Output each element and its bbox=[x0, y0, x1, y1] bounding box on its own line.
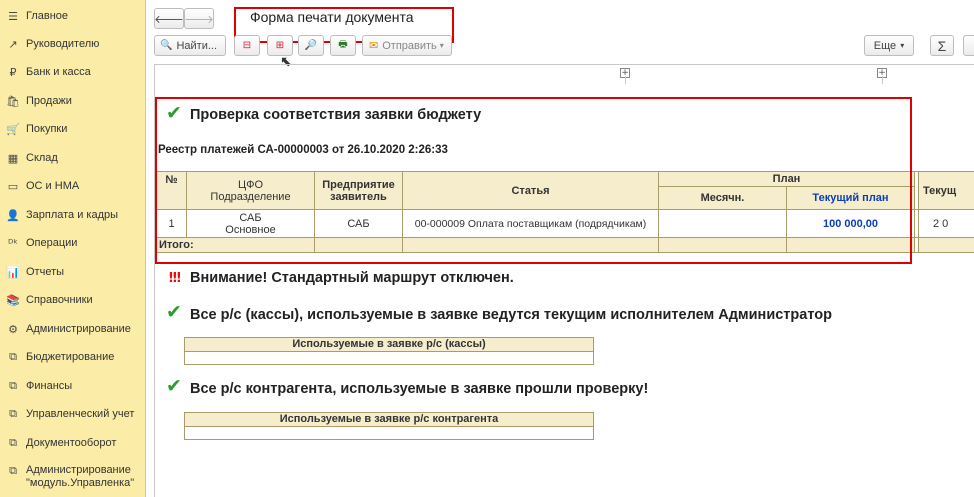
report-highlight bbox=[155, 97, 912, 264]
cell-current: 2 0 bbox=[919, 210, 974, 238]
accounts-table-header: Используемые в заявке р/с (кассы) bbox=[184, 337, 594, 352]
printer-icon: 🖶 bbox=[338, 39, 348, 50]
ruble-icon: ₽ bbox=[9, 65, 17, 79]
sidebar-item-label: Зарплата и кадры bbox=[26, 208, 119, 221]
sidebar-item-warehouse[interactable]: ▦ Склад bbox=[0, 144, 146, 172]
sidebar-item-assets[interactable]: ▭ ОС и НМА bbox=[0, 172, 146, 200]
checkmark-icon: ✔ bbox=[166, 375, 182, 397]
sum-button[interactable]: Σ bbox=[930, 35, 954, 56]
find-button[interactable]: 🔍 Найти... bbox=[154, 35, 226, 56]
trend-icon: ↗ bbox=[8, 37, 18, 51]
counterparty-table-row bbox=[184, 427, 594, 440]
sidebar-item-label: Продажи bbox=[26, 94, 72, 107]
accounts-check-text: Все р/с (кассы), используемые в заявке в… bbox=[190, 307, 832, 323]
more-button[interactable]: Еще ▾ bbox=[864, 35, 914, 56]
send-button-label: Отправить bbox=[382, 39, 437, 52]
sidebar-item-label: Банк и касса bbox=[26, 65, 91, 78]
counterparty-table-header: Используемые в заявке р/с контрагента bbox=[184, 412, 594, 427]
sidebar-item-label: Документооборот bbox=[26, 436, 117, 449]
module-icon: ⧉ bbox=[9, 379, 17, 392]
sidebar-item-label: Бюджетирование bbox=[26, 350, 115, 363]
back-button[interactable]: 🡐 bbox=[154, 8, 184, 29]
module-icon: ⧉ bbox=[9, 464, 17, 477]
header-current: Текущ bbox=[919, 172, 974, 210]
find-button-label: Найти... bbox=[176, 39, 218, 52]
sidebar-item-label: Администрирование "модуль.Управленка" bbox=[26, 464, 135, 489]
sidebar-item-admin[interactable]: ⚙ Администрирование bbox=[0, 315, 146, 343]
sidebar: ☰ Главное ↗ Руководителю ₽ Банк и касса 🛍 Пр… bbox=[0, 0, 146, 497]
total-cell bbox=[919, 238, 974, 253]
collapse-icon: ⊟ bbox=[242, 40, 252, 51]
sidebar-item-sales[interactable]: 🛍 Продажи bbox=[0, 87, 146, 115]
sidebar-item-label: Операции bbox=[26, 236, 78, 249]
assets-icon: ▭ bbox=[7, 179, 19, 193]
sidebar-item-document-flow[interactable]: ⧉ Документооборот bbox=[0, 429, 146, 457]
sidebar-item-label: ОС и НМА bbox=[26, 179, 80, 192]
counterparty-check-text: Все р/с контрагента, используемые в заяв… bbox=[190, 381, 649, 397]
group-line bbox=[625, 76, 626, 84]
warehouse-icon: ▦ bbox=[7, 151, 19, 165]
sidebar-item-label: Главное bbox=[26, 9, 69, 22]
sidebar-item-label: Руководителю bbox=[26, 37, 100, 50]
sidebar-item-catalogs[interactable]: 📚 Справочники bbox=[0, 286, 146, 314]
sidebar-item-admin-module[interactable]: ⧉ Администрирование "модуль.Управленка" bbox=[0, 462, 146, 492]
sidebar-item-salary[interactable]: 👤 Зарплата и кадры bbox=[0, 201, 146, 229]
cart-icon: 🛒 bbox=[6, 122, 20, 136]
collapse-groups-button[interactable]: ⊟ bbox=[234, 35, 260, 56]
menu-icon: ☰ bbox=[8, 9, 18, 23]
sidebar-item-finance[interactable]: ⧉ Финансы bbox=[0, 372, 146, 400]
chevron-down-icon: ▾ bbox=[439, 41, 444, 50]
checkmark-icon: ✔ bbox=[166, 301, 182, 323]
main-area: 🡐 🡒 Форма печати документа 🔍 Найти... ⊟ ⊞… bbox=[146, 0, 974, 497]
print-button[interactable]: 🖶 bbox=[330, 35, 356, 56]
module-icon: ⧉ bbox=[9, 436, 17, 449]
arrow-right-icon: 🡒 bbox=[184, 13, 214, 26]
sidebar-item-operations[interactable]: ᴰᵏ Операции bbox=[0, 229, 146, 257]
chart-icon: 📊 bbox=[6, 265, 20, 279]
send-button[interactable]: ✉ Отправить ▾ bbox=[362, 35, 452, 56]
module-icon: ⧉ bbox=[9, 350, 17, 363]
sidebar-item-label: Финансы bbox=[26, 379, 73, 392]
group-line bbox=[882, 76, 883, 84]
sidebar-item-purchases[interactable]: 🛒 Покупки bbox=[0, 115, 146, 143]
module-icon: ⧉ bbox=[9, 407, 17, 420]
accounts-table-row bbox=[184, 352, 594, 365]
bag-icon: 🛍 bbox=[6, 94, 20, 108]
person-icon: 👤 bbox=[6, 208, 20, 222]
forward-button[interactable]: 🡒 bbox=[184, 8, 214, 29]
sidebar-item-label: Отчеты bbox=[26, 265, 65, 278]
sidebar-item-label: Справочники bbox=[26, 293, 93, 306]
sidebar-item-label: Администрирование bbox=[26, 322, 131, 335]
toggle-button[interactable] bbox=[963, 35, 974, 56]
sidebar-item-label: Покупки bbox=[26, 122, 68, 135]
expand-icon: ⊞ bbox=[275, 40, 285, 51]
sidebar-item-management-accounting[interactable]: ⧉ Управленческий учет bbox=[0, 400, 146, 428]
warning-text: Внимание! Стандартный маршрут отключен. bbox=[190, 270, 514, 286]
search-icon: 🔍 bbox=[160, 40, 173, 51]
sidebar-item-label: Управленческий учет bbox=[26, 407, 135, 420]
debit-credit-icon: ᴰᵏ bbox=[7, 236, 19, 250]
gear-icon: ⚙ bbox=[8, 322, 18, 336]
chevron-down-icon: ▾ bbox=[900, 41, 905, 50]
envelope-icon: ✉ bbox=[369, 40, 379, 52]
sidebar-item-budgeting[interactable]: ⧉ Бюджетирование bbox=[0, 343, 146, 371]
warning-icon: !!! bbox=[168, 271, 182, 286]
preview-button[interactable]: 🔎 bbox=[298, 35, 324, 56]
sidebar-item-reports[interactable]: 📊 Отчеты bbox=[0, 258, 146, 286]
more-button-label: Еще bbox=[873, 39, 897, 52]
preview-icon: 🔎 bbox=[304, 40, 318, 51]
arrow-left-icon: 🡐 bbox=[154, 13, 184, 26]
sidebar-item-label: Склад bbox=[26, 151, 58, 164]
sidebar-item-main[interactable]: ☰ Главное bbox=[0, 2, 146, 30]
sidebar-item-bank[interactable]: ₽ Банк и касса bbox=[0, 58, 146, 86]
expand-groups-button[interactable]: ⊞ bbox=[267, 35, 293, 56]
books-icon: 📚 bbox=[6, 293, 20, 307]
sidebar-item-manager[interactable]: ↗ Руководителю bbox=[0, 30, 146, 58]
